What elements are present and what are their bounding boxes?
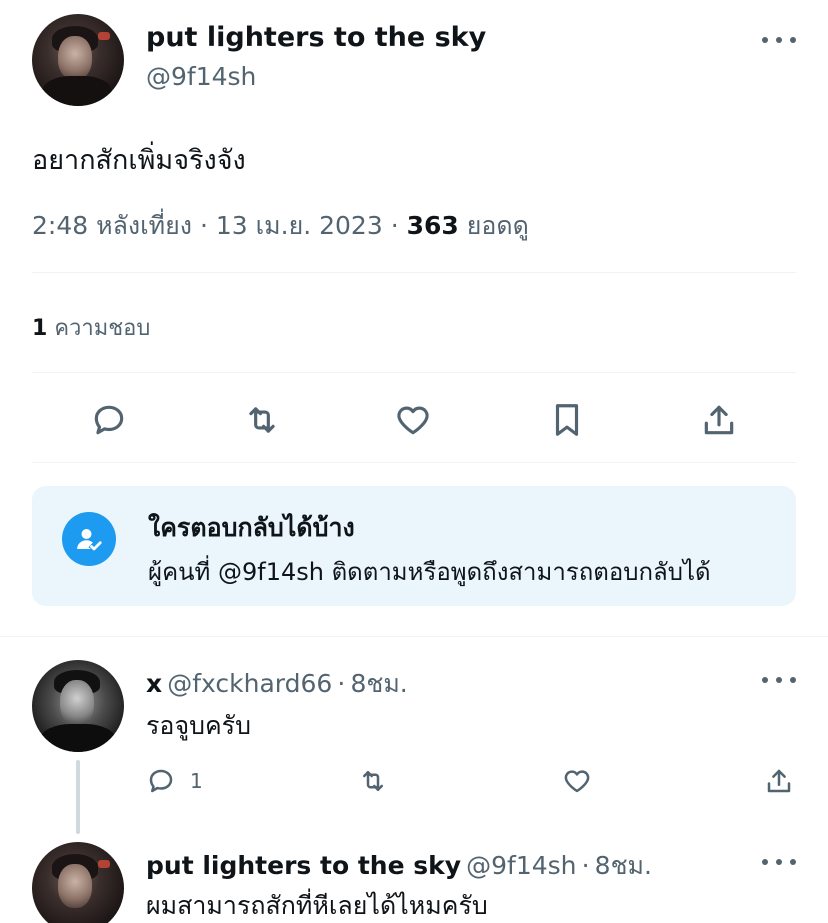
avatar-body <box>42 76 112 106</box>
user-check-icon <box>62 512 116 566</box>
retweet-icon[interactable] <box>242 400 282 440</box>
reply-time[interactable]: 8ชม. <box>350 669 407 698</box>
avatar-light <box>98 860 110 868</box>
heart-icon <box>564 770 590 793</box>
meta-separator: · <box>581 851 590 880</box>
reply-icon[interactable] <box>89 400 129 440</box>
reply-restriction-title: ใครตอบกลับได้บ้าง <box>148 513 355 542</box>
tweet-date[interactable]: 13 เม.ย. 2023 <box>216 211 383 240</box>
likes-link[interactable]: 1 ความชอบ <box>32 310 150 345</box>
avatar-face <box>58 36 92 80</box>
more-options-icon[interactable] <box>762 852 796 872</box>
share-icon <box>767 769 791 793</box>
views-count: 363 <box>406 211 459 240</box>
avatar-body <box>40 724 116 752</box>
retweet-icon <box>363 771 383 791</box>
avatar-face <box>60 680 94 726</box>
meta-separator: · <box>337 669 346 698</box>
more-options-icon[interactable] <box>762 30 796 50</box>
author-handle[interactable]: @9f14sh <box>146 62 256 91</box>
reply-text: รอจูบครับ <box>146 711 251 740</box>
heart-icon[interactable] <box>393 400 433 440</box>
divider <box>32 462 796 463</box>
tweet-time[interactable]: 2:48 หลังเที่ยง <box>32 211 192 240</box>
divider <box>32 272 796 273</box>
thread-connector <box>76 760 80 834</box>
reply-handle[interactable]: @fxckhard66 <box>167 669 332 698</box>
reply-header: x @fxckhard66 · 8ชม. <box>146 664 408 704</box>
meta-separator: · <box>390 211 399 240</box>
reply-icon <box>149 769 173 793</box>
reply-avatar[interactable] <box>32 660 124 752</box>
section-divider <box>0 636 828 637</box>
avatar-light <box>98 32 110 40</box>
views-label: ยอดดู <box>466 211 529 240</box>
reply-share-button[interactable] <box>764 766 794 796</box>
reply-count: 1 <box>190 769 203 793</box>
reply-handle[interactable]: @9f14sh <box>466 851 576 880</box>
share-icon[interactable] <box>699 400 739 440</box>
tweet-text: อยากสักเพิ่มจริงจัง <box>32 145 246 176</box>
reply-display-name[interactable]: x <box>146 669 162 698</box>
likes-label: ความชอบ <box>54 316 151 341</box>
reply-display-name[interactable]: put lighters to the sky <box>146 851 461 880</box>
reply-reply-button[interactable]: 1 <box>146 766 203 796</box>
meta-separator: · <box>199 211 208 240</box>
author-display-name[interactable]: put lighters to the sky <box>146 22 486 53</box>
reply-like-button[interactable] <box>562 766 592 796</box>
author-avatar[interactable] <box>32 14 124 106</box>
reply-retweet-button[interactable] <box>358 766 388 796</box>
reply-time[interactable]: 8ชม. <box>595 851 652 880</box>
more-options-icon[interactable] <box>762 670 796 690</box>
reply-avatar[interactable] <box>32 842 124 923</box>
likes-count: 1 <box>32 316 48 341</box>
divider <box>32 372 796 373</box>
reply-restriction-card: ใครตอบกลับได้บ้าง ผู้คนที่ @9f14sh ติดตา… <box>32 486 796 606</box>
reply-header: put lighters to the sky @9f14sh · 8ชม. <box>146 846 652 886</box>
bookmark-icon[interactable] <box>547 400 587 440</box>
reply-text: ผมสามารถสักที่หีเลยได้ไหมครับ <box>146 891 488 920</box>
avatar-face <box>58 864 92 908</box>
reply-restriction-subtitle: ผู้คนที่ @9f14sh ติดตามหรือพูดถึงสามารถต… <box>148 558 711 586</box>
tweet-meta: 2:48 หลังเที่ยง · 13 เม.ย. 2023 · 363 ยอ… <box>32 206 529 246</box>
